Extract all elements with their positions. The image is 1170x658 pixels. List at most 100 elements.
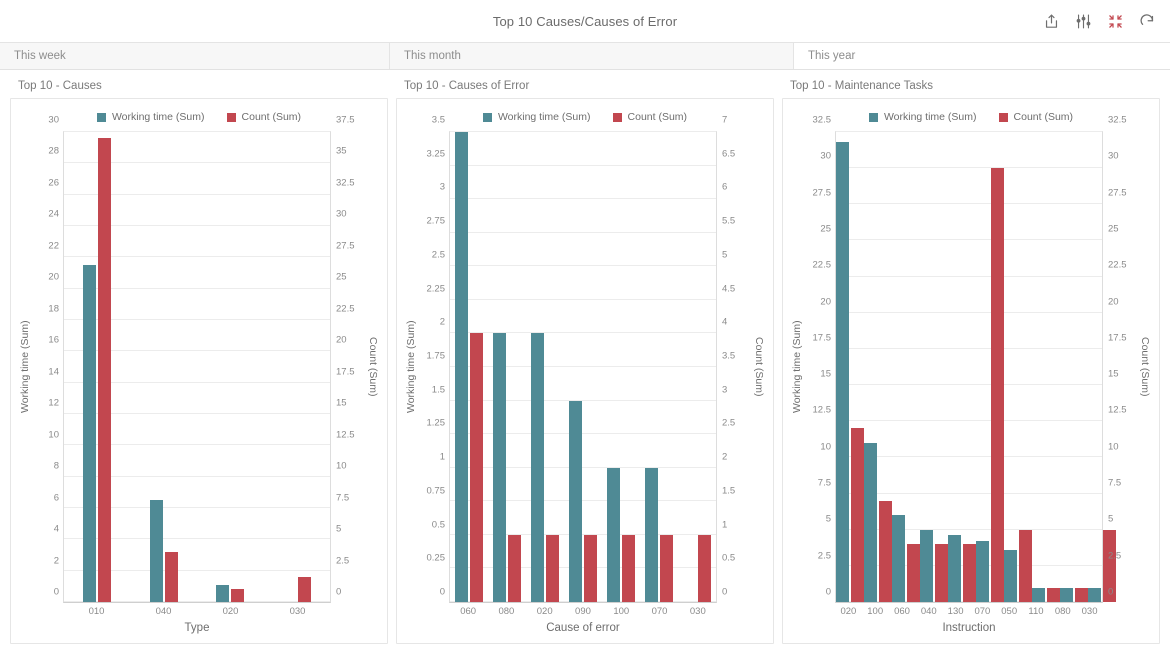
bar-count[interactable]: [508, 535, 521, 602]
bar-count[interactable]: [231, 589, 244, 602]
bar-count[interactable]: [1047, 588, 1060, 602]
bar-group[interactable]: [64, 132, 131, 602]
y-tick-right: 1: [722, 519, 727, 530]
y-tick-left: 0: [826, 587, 831, 598]
bar-working-time[interactable]: [216, 585, 229, 602]
y-tick-left: 17.5: [813, 332, 832, 343]
bar-count[interactable]: [98, 138, 111, 602]
filter-settings-icon[interactable]: [1074, 12, 1092, 30]
bar-working-time[interactable]: [150, 500, 163, 602]
bar-working-time[interactable]: [493, 333, 506, 602]
bar-count[interactable]: [991, 168, 1004, 602]
bar-working-time[interactable]: [531, 333, 544, 602]
tab-this-week[interactable]: This week: [0, 43, 390, 69]
bar-group[interactable]: [678, 132, 716, 602]
bar-working-time[interactable]: [607, 468, 620, 602]
bar-count[interactable]: [1075, 588, 1088, 602]
bar-count[interactable]: [851, 428, 864, 602]
legend-item-count[interactable]: Count (Sum): [227, 111, 302, 123]
bar-working-time[interactable]: [569, 401, 582, 602]
bar-group[interactable]: [564, 132, 602, 602]
tab-this-year[interactable]: This year: [794, 43, 1170, 69]
tab-this-month[interactable]: This month: [390, 43, 794, 69]
bar-working-time[interactable]: [920, 530, 933, 602]
bar-count[interactable]: [879, 501, 892, 602]
x-tick: 020: [526, 603, 564, 619]
legend-item-working-time[interactable]: Working time (Sum): [483, 111, 591, 123]
legend-item-count[interactable]: Count (Sum): [999, 111, 1074, 123]
bar-count[interactable]: [470, 333, 483, 602]
y-tick-left: 1: [440, 452, 445, 463]
bar-count[interactable]: [584, 535, 597, 602]
bar-count[interactable]: [1019, 530, 1032, 602]
tab-label: This year: [808, 50, 855, 62]
y-tick-right: 37.5: [336, 115, 355, 126]
y-axis-title-right: Count (Sum): [365, 131, 381, 603]
bar-count[interactable]: [935, 544, 948, 602]
bar-working-time[interactable]: [836, 142, 849, 602]
y-tick-left: 25: [820, 223, 831, 234]
x-axis-ticks: 060080020090100070030: [449, 603, 717, 619]
y-tick-right: 25: [1108, 223, 1119, 234]
x-axis-ticks: 020100060040130070050110080030: [835, 603, 1103, 619]
bar-count[interactable]: [298, 577, 311, 602]
bar-count[interactable]: [622, 535, 635, 602]
refresh-icon[interactable]: [1138, 12, 1156, 30]
bar-group[interactable]: [450, 132, 488, 602]
y-tick-right: 1.5: [722, 485, 735, 496]
bar-working-time[interactable]: [1060, 588, 1073, 602]
y-tick-left: 20: [820, 296, 831, 307]
bar-working-time[interactable]: [864, 443, 877, 602]
y-tick-left: 18: [48, 303, 59, 314]
bar-group[interactable]: [1004, 132, 1032, 602]
bar-count[interactable]: [660, 535, 673, 602]
bar-working-time[interactable]: [1032, 588, 1045, 602]
bar-count[interactable]: [698, 535, 711, 602]
legend-item-count[interactable]: Count (Sum): [613, 111, 688, 123]
bar-group[interactable]: [131, 132, 198, 602]
panel-title: Top 10 - Causes of Error: [396, 78, 774, 98]
bar-count[interactable]: [546, 535, 559, 602]
bar-group[interactable]: [864, 132, 892, 602]
bar-group[interactable]: [892, 132, 920, 602]
bar-group[interactable]: [948, 132, 976, 602]
bar-group[interactable]: [836, 132, 864, 602]
bar-group[interactable]: [1032, 132, 1060, 602]
legend-item-working-time[interactable]: Working time (Sum): [869, 111, 977, 123]
bar-group[interactable]: [1060, 132, 1088, 602]
bar-group[interactable]: [920, 132, 948, 602]
legend-item-working-time[interactable]: Working time (Sum): [97, 111, 205, 123]
bar-working-time[interactable]: [1088, 588, 1101, 602]
bar-count[interactable]: [963, 544, 976, 602]
bar-group[interactable]: [197, 132, 264, 602]
y-tick-left: 5: [826, 514, 831, 525]
bar-group[interactable]: [264, 132, 331, 602]
y-axis-ticks-left: 024681012141618202224262830: [33, 131, 63, 603]
y-tick-right: 20: [336, 335, 347, 346]
y-tick-right: 6.5: [722, 148, 735, 159]
y-tick-right: 27.5: [1108, 187, 1127, 198]
bar-working-time[interactable]: [948, 535, 961, 602]
bar-working-time[interactable]: [976, 541, 989, 602]
bar-working-time[interactable]: [645, 468, 658, 602]
bar-group[interactable]: [976, 132, 1004, 602]
bar-group[interactable]: [526, 132, 564, 602]
share-icon[interactable]: [1042, 12, 1060, 30]
bar-count[interactable]: [907, 544, 920, 602]
x-tick: 030: [679, 603, 717, 619]
y-axis-title-right: Count (Sum): [1137, 131, 1153, 603]
bar-working-time[interactable]: [1004, 550, 1017, 602]
x-tick: 080: [487, 603, 525, 619]
bar-count[interactable]: [165, 552, 178, 602]
collapse-fullscreen-icon[interactable]: [1106, 12, 1124, 30]
bar-working-time[interactable]: [83, 265, 96, 602]
bar-group[interactable]: [602, 132, 640, 602]
bar-working-time[interactable]: [455, 132, 468, 602]
bar-group[interactable]: [488, 132, 526, 602]
y-tick-right: 35: [336, 146, 347, 157]
chart-card: Working time (Sum) Count (Sum) Working t…: [10, 98, 388, 644]
bar-group[interactable]: [640, 132, 678, 602]
y-tick-right: 3: [722, 384, 727, 395]
bar-working-time[interactable]: [892, 515, 905, 602]
y-axis-ticks-left: 02.557.51012.51517.52022.52527.53032.5: [805, 131, 835, 603]
